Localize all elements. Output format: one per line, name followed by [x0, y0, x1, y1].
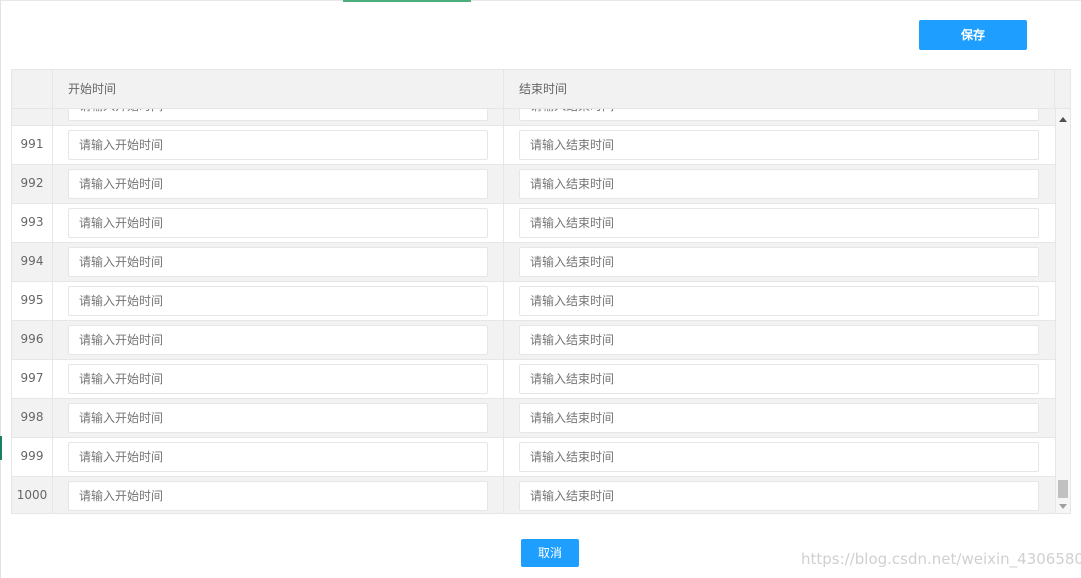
row-number	[12, 109, 53, 125]
table-row: 995	[12, 282, 1055, 321]
end-time-cell	[504, 204, 1055, 242]
start-time-cell	[53, 321, 504, 359]
end-time-cell	[504, 399, 1055, 437]
start-time-input[interactable]	[68, 130, 488, 160]
start-time-input[interactable]	[68, 364, 488, 394]
end-time-cell	[504, 243, 1055, 281]
scroll-down-arrow-icon[interactable]	[1059, 504, 1067, 509]
end-time-input[interactable]	[519, 403, 1039, 433]
end-time-input[interactable]	[519, 109, 1039, 121]
vertical-scrollbar[interactable]	[1055, 109, 1070, 513]
start-time-cell	[53, 360, 504, 398]
table-row: 999	[12, 438, 1055, 477]
start-time-cell	[53, 204, 504, 242]
column-header-start-time: 开始时间	[53, 70, 504, 108]
table-body[interactable]: 9919929939949959969979989991000	[12, 109, 1055, 513]
left-edge	[0, 0, 1, 578]
row-number: 1000	[12, 477, 53, 513]
end-time-cell	[504, 165, 1055, 203]
column-header-number	[12, 70, 53, 108]
row-number: 993	[12, 204, 53, 242]
end-time-cell	[504, 321, 1055, 359]
end-time-input[interactable]	[519, 169, 1039, 199]
start-time-cell	[53, 399, 504, 437]
watermark: https://blog.csdn.net/weixin_43065804	[801, 550, 1081, 568]
row-number: 998	[12, 399, 53, 437]
table-row: 992	[12, 165, 1055, 204]
row-number: 991	[12, 126, 53, 164]
start-time-input[interactable]	[68, 247, 488, 277]
end-time-cell	[504, 282, 1055, 320]
start-time-input[interactable]	[68, 481, 488, 511]
table-row: 991	[12, 126, 1055, 165]
end-time-cell	[504, 126, 1055, 164]
start-time-cell	[53, 243, 504, 281]
table-row: 997	[12, 360, 1055, 399]
start-time-cell	[53, 165, 504, 203]
column-header-end-time: 结束时间	[504, 70, 1055, 108]
row-number: 996	[12, 321, 53, 359]
window-top-border	[0, 0, 1081, 1]
scroll-up-arrow-icon[interactable]	[1059, 117, 1067, 122]
cancel-button[interactable]: 取消	[521, 539, 579, 567]
table-rows: 9919929939949959969979989991000	[12, 109, 1055, 513]
start-time-input[interactable]	[68, 442, 488, 472]
active-tab-indicator	[343, 0, 471, 2]
start-time-cell	[53, 438, 504, 476]
row-number: 994	[12, 243, 53, 281]
table-row: 1000	[12, 477, 1055, 513]
start-time-input[interactable]	[68, 286, 488, 316]
end-time-input[interactable]	[519, 325, 1039, 355]
start-time-cell	[53, 282, 504, 320]
end-time-input[interactable]	[519, 208, 1039, 238]
start-time-cell	[53, 109, 504, 125]
scrollbar-thumb[interactable]	[1058, 480, 1068, 498]
end-time-cell	[504, 477, 1055, 513]
start-time-input[interactable]	[68, 208, 488, 238]
end-time-input[interactable]	[519, 481, 1039, 511]
start-time-input[interactable]	[68, 325, 488, 355]
table-row: 998	[12, 399, 1055, 438]
table-row: 996	[12, 321, 1055, 360]
row-number: 995	[12, 282, 53, 320]
end-time-cell	[504, 360, 1055, 398]
end-time-input[interactable]	[519, 130, 1039, 160]
table-row: 994	[12, 243, 1055, 282]
row-number: 997	[12, 360, 53, 398]
start-time-cell	[53, 126, 504, 164]
row-number: 992	[12, 165, 53, 203]
table-header: 开始时间 结束时间	[12, 70, 1070, 109]
time-table: 开始时间 结束时间 991992993994995996997998999100…	[11, 69, 1071, 514]
end-time-input[interactable]	[519, 442, 1039, 472]
end-time-cell	[504, 438, 1055, 476]
table-row: 993	[12, 204, 1055, 243]
end-time-cell	[504, 109, 1055, 125]
row-number: 999	[12, 438, 53, 476]
end-time-input[interactable]	[519, 247, 1039, 277]
start-time-input[interactable]	[68, 109, 488, 121]
start-time-input[interactable]	[68, 403, 488, 433]
start-time-input[interactable]	[68, 169, 488, 199]
end-time-input[interactable]	[519, 364, 1039, 394]
table-row	[12, 109, 1055, 126]
left-accent	[0, 436, 2, 460]
start-time-cell	[53, 477, 504, 513]
save-button[interactable]: 保存	[919, 20, 1027, 50]
end-time-input[interactable]	[519, 286, 1039, 316]
